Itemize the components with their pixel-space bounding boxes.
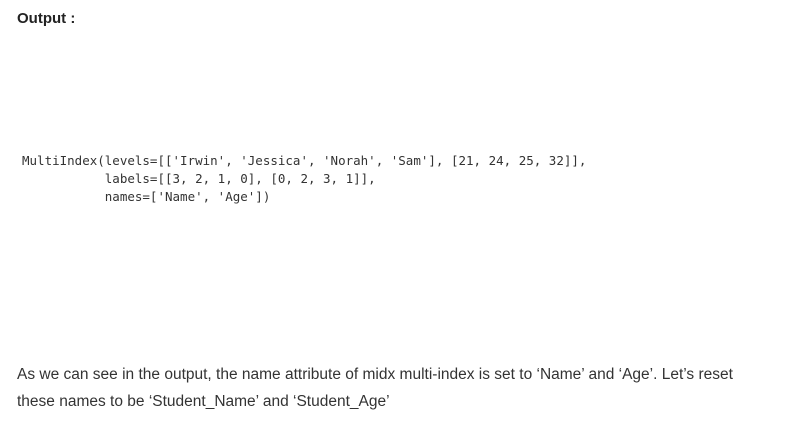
code-line: MultiIndex(levels=[['Irwin', 'Jessica', … bbox=[22, 153, 587, 168]
code-line: names=['Name', 'Age']) bbox=[22, 189, 271, 204]
code-line: labels=[[3, 2, 1, 0], [0, 2, 3, 1]], bbox=[22, 171, 376, 186]
explanation-paragraph: As we can see in the output, the name at… bbox=[17, 366, 733, 410]
output-heading: Output : bbox=[17, 10, 76, 27]
code-output-block: MultiIndex(levels=[['Irwin', 'Jessica', … bbox=[22, 152, 586, 206]
